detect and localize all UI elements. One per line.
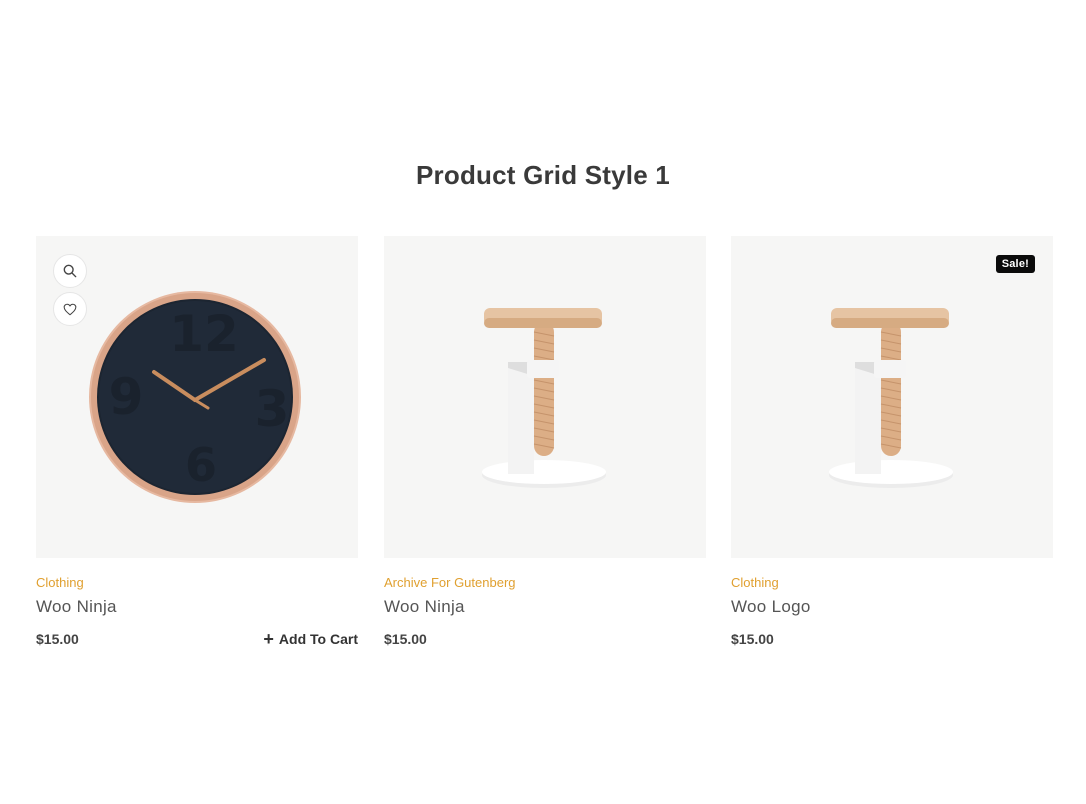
svg-text:6: 6 [185, 438, 217, 492]
product-price: $15.00 [36, 631, 79, 647]
svg-text:3: 3 [255, 380, 290, 438]
add-to-cart-button[interactable]: + Add To Cart [263, 629, 358, 649]
product-card: 12 9 3 6 Clothing Woo Ninja $15.00 + Add… [36, 236, 358, 651]
price-row: $15.00 [731, 631, 1053, 651]
product-price: $15.00 [731, 631, 774, 647]
product-image-clock[interactable]: 12 9 3 6 [36, 236, 358, 558]
wishlist-button[interactable] [53, 292, 87, 326]
heart-icon [63, 303, 77, 315]
product-category-link[interactable]: Clothing [36, 575, 358, 590]
section-title: Product Grid Style 1 [416, 160, 670, 190]
wooden-stool-image [829, 308, 953, 488]
wooden-stool-image [482, 308, 606, 488]
product-image-stool[interactable] [384, 236, 706, 558]
product-price: $15.00 [384, 631, 427, 647]
add-to-cart-label: Add To Cart [278, 631, 358, 647]
search-icon [63, 264, 77, 278]
quick-view-button[interactable] [53, 254, 87, 288]
price-row: $15.00 + Add To Cart [36, 629, 358, 651]
svg-text:12: 12 [169, 305, 239, 363]
price-row: $15.00 [384, 631, 706, 651]
product-card: Archive For Gutenberg Woo Ninja $15.00 [384, 236, 706, 651]
svg-text:9: 9 [109, 368, 144, 426]
product-title[interactable]: Woo Ninja [36, 597, 358, 617]
product-title[interactable]: Woo Logo [731, 597, 1053, 617]
product-card: Sale! Clothing Woo Logo $15.00 [731, 236, 1053, 651]
product-category-link[interactable]: Archive For Gutenberg [384, 575, 706, 590]
product-grid: 12 9 3 6 Clothing Woo Ninja $15.00 + Add… [36, 236, 1053, 656]
sale-badge: Sale! [995, 255, 1035, 273]
wall-clock-image: 12 9 3 6 [89, 291, 301, 503]
plus-icon: + [263, 629, 274, 649]
product-title[interactable]: Woo Ninja [384, 597, 706, 617]
product-image-stool[interactable]: Sale! [731, 236, 1053, 558]
product-category-link[interactable]: Clothing [731, 575, 1053, 590]
